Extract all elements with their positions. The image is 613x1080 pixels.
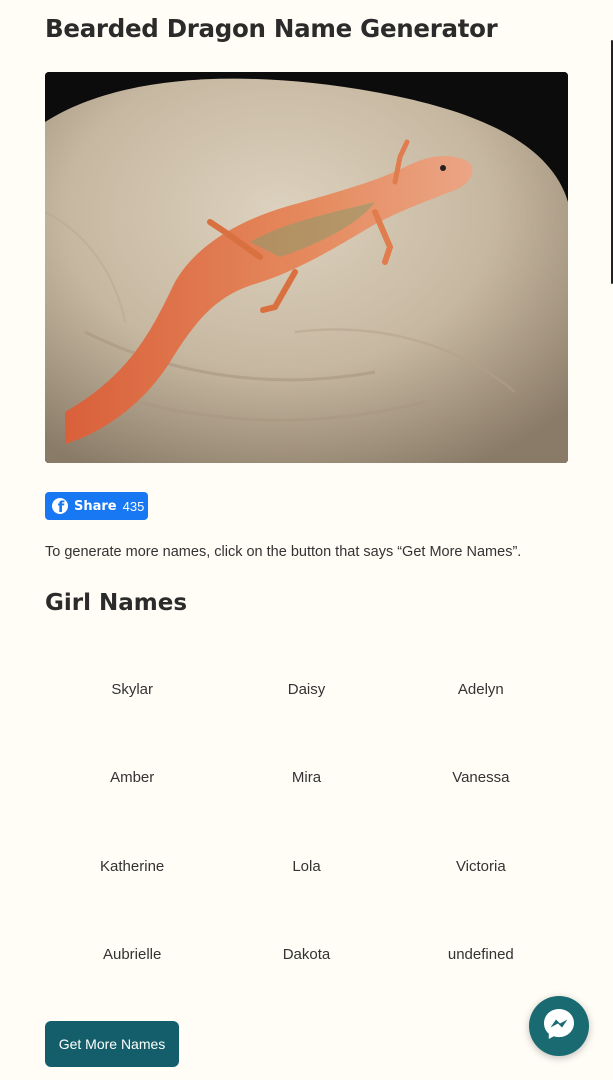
- instructions-text: To generate more names, click on the but…: [45, 544, 522, 560]
- facebook-f-icon: f: [52, 498, 68, 514]
- name-item: Victoria: [455, 857, 506, 875]
- bearded-dragon-photo: [45, 72, 568, 463]
- name-item: undefined: [447, 946, 514, 964]
- name-item: Amber: [110, 769, 155, 787]
- name-item: Aubrielle: [102, 946, 162, 964]
- share-label: Share: [74, 498, 117, 514]
- share-count: 435: [122, 498, 145, 514]
- girl-names-grid: Skylar Daisy Adelyn Amber Mira Vanessa K…: [45, 645, 568, 999]
- girl-names-heading: Girl Names: [45, 590, 188, 616]
- messenger-chat-button[interactable]: [529, 996, 589, 1056]
- name-item: Katherine: [100, 857, 165, 875]
- facebook-share-button[interactable]: f Share 435: [45, 492, 148, 520]
- name-item: Adelyn: [457, 680, 504, 698]
- name-item: Daisy: [287, 680, 326, 698]
- name-item: Vanessa: [452, 769, 510, 787]
- get-more-names-button[interactable]: Get More Names: [45, 1021, 179, 1067]
- messenger-icon: [542, 1007, 576, 1046]
- name-item: Skylar: [111, 680, 153, 698]
- name-item: Mira: [291, 769, 322, 787]
- name-item: Lola: [292, 857, 321, 875]
- page-title: Bearded Dragon Name Generator: [45, 14, 498, 43]
- name-item: Dakota: [282, 946, 331, 964]
